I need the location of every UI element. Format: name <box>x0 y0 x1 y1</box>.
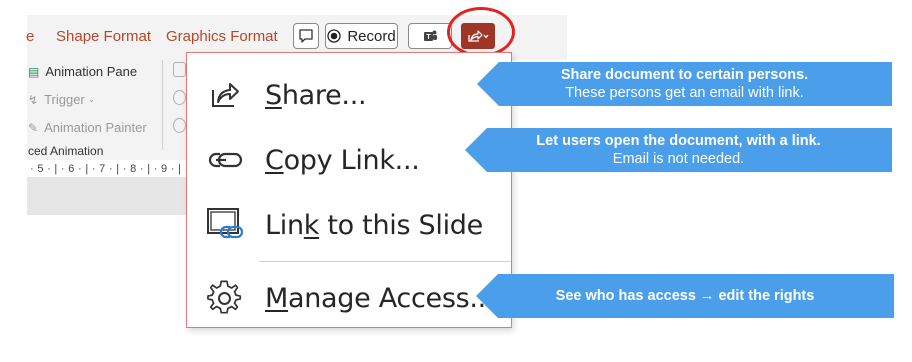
comment-icon <box>299 29 313 43</box>
animation-painter-button[interactable]: ✎ Animation Painter <box>28 120 147 135</box>
link-icon <box>205 140 245 180</box>
animation-pane-label: Animation Pane <box>45 64 138 79</box>
tab-partial[interactable]: e <box>26 28 34 45</box>
callout-share: Share document to certain persons. These… <box>477 62 892 106</box>
menu-item-share-label: Share... <box>265 79 367 111</box>
menu-item-copy-link[interactable]: Copy Link... <box>187 130 511 190</box>
callout-copy-link-line1: Let users open the document, with a link… <box>536 133 821 149</box>
record-icon <box>327 29 341 43</box>
trigger-label: Trigger <box>44 92 85 107</box>
lightning-icon: ↯ <box>28 92 39 107</box>
teams-icon: T <box>424 30 437 41</box>
share-icon <box>205 75 245 115</box>
menu-item-share[interactable]: Share... <box>187 65 511 125</box>
clock-icon <box>173 90 186 105</box>
record-button[interactable]: Record <box>325 23 398 49</box>
gear-icon <box>205 278 245 318</box>
share-menu: Share... Copy Link... Link to this Slide <box>186 52 512 328</box>
delay-icon <box>173 118 186 133</box>
animation-pane-button[interactable]: ▤ Animation Pane <box>28 64 137 79</box>
tab-shape-format[interactable]: Shape Format <box>56 28 151 45</box>
record-label: Record <box>347 27 396 45</box>
chevron-down-icon: ⌄ <box>87 94 96 104</box>
menu-item-copy-link-label: Copy Link... <box>265 144 420 176</box>
tab-graphics-format[interactable]: Graphics Format <box>166 28 278 45</box>
teams-button[interactable]: T <box>408 23 452 49</box>
brush-icon: ✎ <box>28 120 39 135</box>
menu-item-link-to-slide-label: Link to this Slide <box>265 209 483 241</box>
play-icon <box>173 62 186 77</box>
svg-text:T: T <box>426 34 431 41</box>
animation-painter-label: Animation Painter <box>44 120 147 135</box>
menu-separator <box>259 261 511 262</box>
menu-item-manage-access[interactable]: Manage Access... <box>187 268 511 328</box>
ribbon-divider <box>162 60 163 150</box>
slide-area-background <box>27 177 192 215</box>
callout-manage-access: See who has access → edit the rights <box>476 274 894 318</box>
slide-link-icon <box>205 205 245 245</box>
callout-copy-link: Let users open the document, with a link… <box>465 128 892 172</box>
callout-share-line2: These persons get an email with link. <box>565 85 804 101</box>
callout-manage-access-line1: See who has access → edit the rights <box>555 288 815 304</box>
group-label-advanced-animation: ced Animation <box>28 144 104 158</box>
callout-copy-link-line2: Email is not needed. <box>612 151 745 167</box>
menu-item-link-to-slide[interactable]: Link to this Slide <box>187 195 511 255</box>
callout-share-line1: Share document to certain persons. <box>560 67 809 83</box>
trigger-button[interactable]: ↯ Trigger ⌄ <box>28 92 95 107</box>
highlight-circle <box>447 7 515 57</box>
animation-pane-icon: ▤ <box>28 64 40 79</box>
menu-item-manage-access-label: Manage Access... <box>265 282 495 314</box>
comments-button[interactable] <box>293 23 319 49</box>
